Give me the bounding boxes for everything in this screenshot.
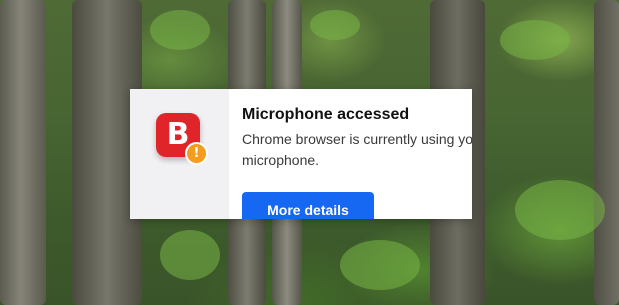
notification-message-line: microphone. bbox=[242, 152, 320, 168]
notification-icon-panel: B ! bbox=[130, 89, 229, 219]
foliage bbox=[340, 240, 420, 290]
foliage bbox=[160, 230, 220, 280]
more-details-button[interactable]: More details bbox=[242, 192, 374, 219]
tree-trunk bbox=[594, 0, 619, 305]
warning-exclamation-icon: ! bbox=[185, 142, 208, 165]
tree-trunk bbox=[0, 0, 46, 305]
foliage bbox=[150, 10, 210, 50]
foliage bbox=[310, 10, 360, 40]
foliage bbox=[515, 180, 605, 240]
notification-message-line: Chrome browser is currently using yo bbox=[242, 131, 472, 147]
foliage bbox=[500, 20, 570, 60]
notification-title: Microphone accessed bbox=[242, 106, 410, 123]
notification-message: Chrome browser is currently using yo mic… bbox=[242, 129, 472, 171]
microphone-access-notification[interactable]: B ! Microphone accessed Chrome browser i… bbox=[130, 89, 472, 219]
